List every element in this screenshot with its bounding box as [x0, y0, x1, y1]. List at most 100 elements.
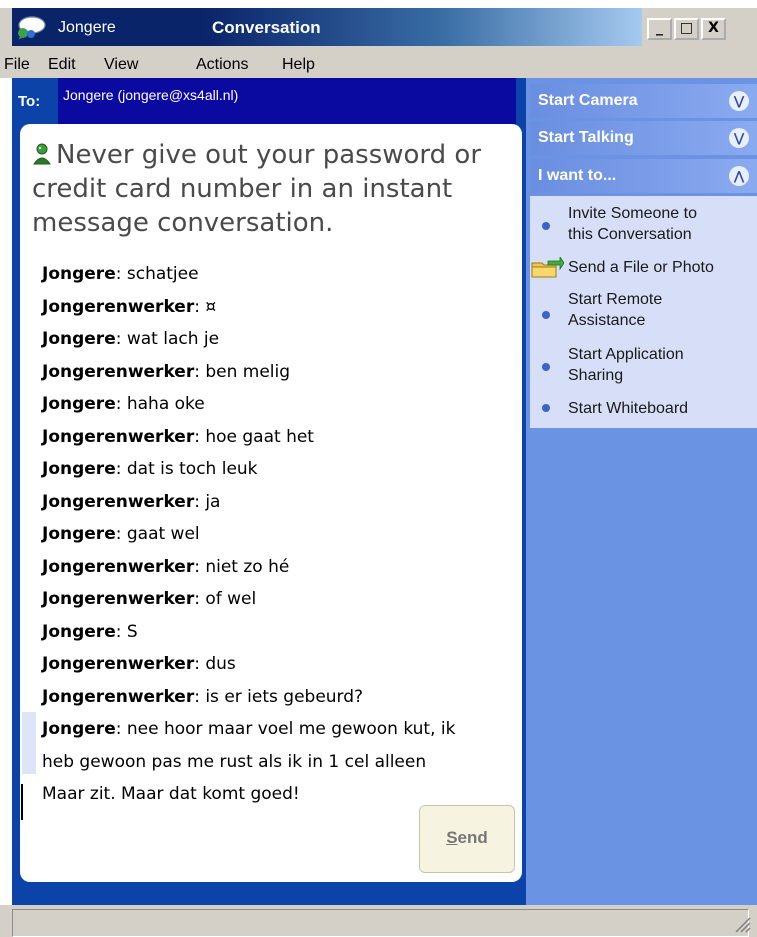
message-text: : ¤	[194, 296, 217, 317]
message-sender: Jongerenwerker	[42, 491, 195, 512]
message-text: : niet zo hé	[194, 556, 290, 577]
bullet-icon	[542, 363, 550, 371]
message-sender: Jongerenwerker	[42, 556, 195, 577]
resize-grip-icon[interactable]	[733, 915, 751, 933]
to-recipient: Jongere (jongere@xs4all.nl)	[63, 87, 239, 103]
messenger-app-icon[interactable]	[14, 16, 48, 40]
status-field	[12, 909, 749, 937]
menu-help[interactable]: Help	[282, 56, 315, 74]
task-label-line: Start Remote	[568, 291, 663, 308]
bullet-icon	[542, 404, 550, 412]
message-sender: Jongerenwerker	[42, 654, 195, 674]
message-text: : gaat wel	[115, 524, 200, 544]
maximize-button[interactable]: □	[674, 18, 699, 40]
send-button[interactable]: Send	[419, 805, 515, 873]
message-row: Jongere: haha oke	[38, 388, 522, 421]
message-row: Jongere: gaat wel	[38, 518, 522, 551]
message-row: Jongere: wat lach je	[38, 323, 522, 356]
i-want-to-header[interactable]: I want to... ⋀	[530, 159, 757, 193]
message-row: Jongere: nee hoor maar voel me gewoon ku…	[38, 713, 522, 746]
message-text: : ben melig	[194, 361, 291, 382]
menu-edit[interactable]: Edit	[48, 56, 76, 74]
start-talking-label: Start Talking	[538, 129, 634, 146]
send-label-rest: end	[457, 828, 488, 847]
collapse-chevron-icon[interactable]: ⋀	[729, 166, 749, 186]
bullet-icon	[542, 311, 550, 319]
close-button[interactable]: X	[701, 18, 726, 40]
message-sender: Jongerenwerker	[42, 426, 195, 447]
menu-actions[interactable]: Actions	[196, 56, 248, 74]
title-bar[interactable]: Jongere Conversation _ □ X	[0, 8, 757, 46]
i-want-to-label: I want to...	[538, 167, 617, 184]
message-text: : schatjee	[115, 264, 199, 284]
menu-file[interactable]: File	[4, 56, 30, 74]
message-row: Jongerenwerker: ja	[38, 486, 522, 519]
expand-chevron-icon[interactable]: ⋁	[729, 128, 749, 148]
message-sender: Jongere	[42, 621, 116, 642]
task-label-line: Send a File or Photo	[568, 259, 714, 276]
text-cursor	[21, 784, 23, 820]
menu-view[interactable]: View	[104, 56, 138, 74]
task-remote-assistance[interactable]: Start Remote Assistance	[568, 289, 662, 331]
task-label-line: this Conversation	[568, 226, 692, 243]
message-row: Jongerenwerker: ben melig	[38, 356, 522, 389]
task-invite[interactable]: Invite Someone to this Conversation	[568, 203, 697, 245]
message-text: : nee hoor maar voel me gewoon kut, ik	[115, 719, 456, 739]
start-camera-header[interactable]: Start Camera ⋁	[530, 84, 757, 118]
message-row: Jongerenwerker: is er iets gebeurd?	[38, 681, 522, 714]
message-continuation: heb gewoon pas me rust als ik in 1 cel a…	[42, 751, 427, 772]
message-row: Jongere: S	[38, 616, 522, 649]
task-label-line: Start Application	[568, 346, 684, 363]
message-row: Jongerenwerker: niet zo hé	[38, 551, 522, 584]
message-text: : of wel	[194, 589, 257, 609]
bullet-icon	[542, 222, 550, 230]
message-row: Jongerenwerker: of wel	[38, 583, 522, 616]
message-sender: Jongere	[42, 264, 116, 284]
send-mnemonic: S	[446, 828, 458, 847]
message-sender: Jongerenwerker	[42, 589, 195, 609]
task-label-line: Assistance	[568, 312, 646, 329]
message-text: : ja	[194, 491, 221, 512]
menu-bar: File Edit View Actions Help	[0, 46, 757, 78]
message-row: Jongere: schatjee	[38, 258, 522, 291]
selection-highlight	[22, 712, 36, 774]
task-whiteboard[interactable]: Start Whiteboard	[568, 398, 688, 419]
expand-chevron-icon[interactable]: ⋁	[729, 91, 749, 111]
security-warning: Never give out your password or credit c…	[32, 138, 512, 240]
message-text: : S	[115, 621, 138, 642]
message-list: Jongere: schatjee Jongerenwerker: ¤ Jonger…	[38, 258, 522, 811]
contact-name-title: Jongere	[58, 19, 116, 36]
message-sender: Jongere	[42, 719, 116, 739]
task-send-file[interactable]: Send a File or Photo	[568, 257, 714, 278]
message-row: Jongerenwerker: dus	[38, 648, 522, 681]
message-text: : dus	[194, 654, 236, 674]
task-label-line: Sharing	[568, 367, 624, 384]
message-text: : is er iets gebeurd?	[194, 686, 364, 707]
minimize-button[interactable]: _	[647, 18, 672, 40]
message-text: : hoe gaat het	[194, 426, 314, 447]
start-camera-label: Start Camera	[538, 92, 638, 109]
message-sender: Jongerenwerker	[42, 361, 195, 382]
buddy-icon	[33, 143, 51, 165]
folder-arrow-icon	[531, 257, 564, 278]
message-row: Jongerenwerker: ¤	[38, 291, 522, 324]
message-sender: Jongere	[42, 329, 116, 349]
message-row: Jongere: dat is toch leuk	[38, 453, 522, 486]
message-text: : haha oke	[115, 394, 205, 414]
task-label-line: Start Whiteboard	[568, 400, 689, 417]
message-row: Jongerenwerker: hoe gaat het	[38, 421, 522, 454]
to-label: To:	[18, 93, 41, 110]
message-text: : wat lach je	[115, 329, 220, 349]
message-sender: Jongere	[42, 524, 116, 544]
warning-text: Never give out your password or credit c…	[32, 140, 482, 238]
message-sender: Jongere	[42, 459, 116, 479]
message-sender: Jongerenwerker	[42, 296, 195, 317]
task-app-sharing[interactable]: Start Application Sharing	[568, 344, 684, 386]
status-bar	[0, 905, 757, 937]
message-sender: Jongerenwerker	[42, 686, 195, 707]
message-sender: Jongere	[42, 394, 116, 414]
message-text: : dat is toch leuk	[115, 459, 258, 479]
window-title: Conversation	[212, 18, 321, 37]
start-talking-header[interactable]: Start Talking ⋁	[530, 121, 757, 155]
message-history[interactable]: Jongere: schatjee Jongerenwerker: ¤ Jonger…	[38, 258, 522, 806]
